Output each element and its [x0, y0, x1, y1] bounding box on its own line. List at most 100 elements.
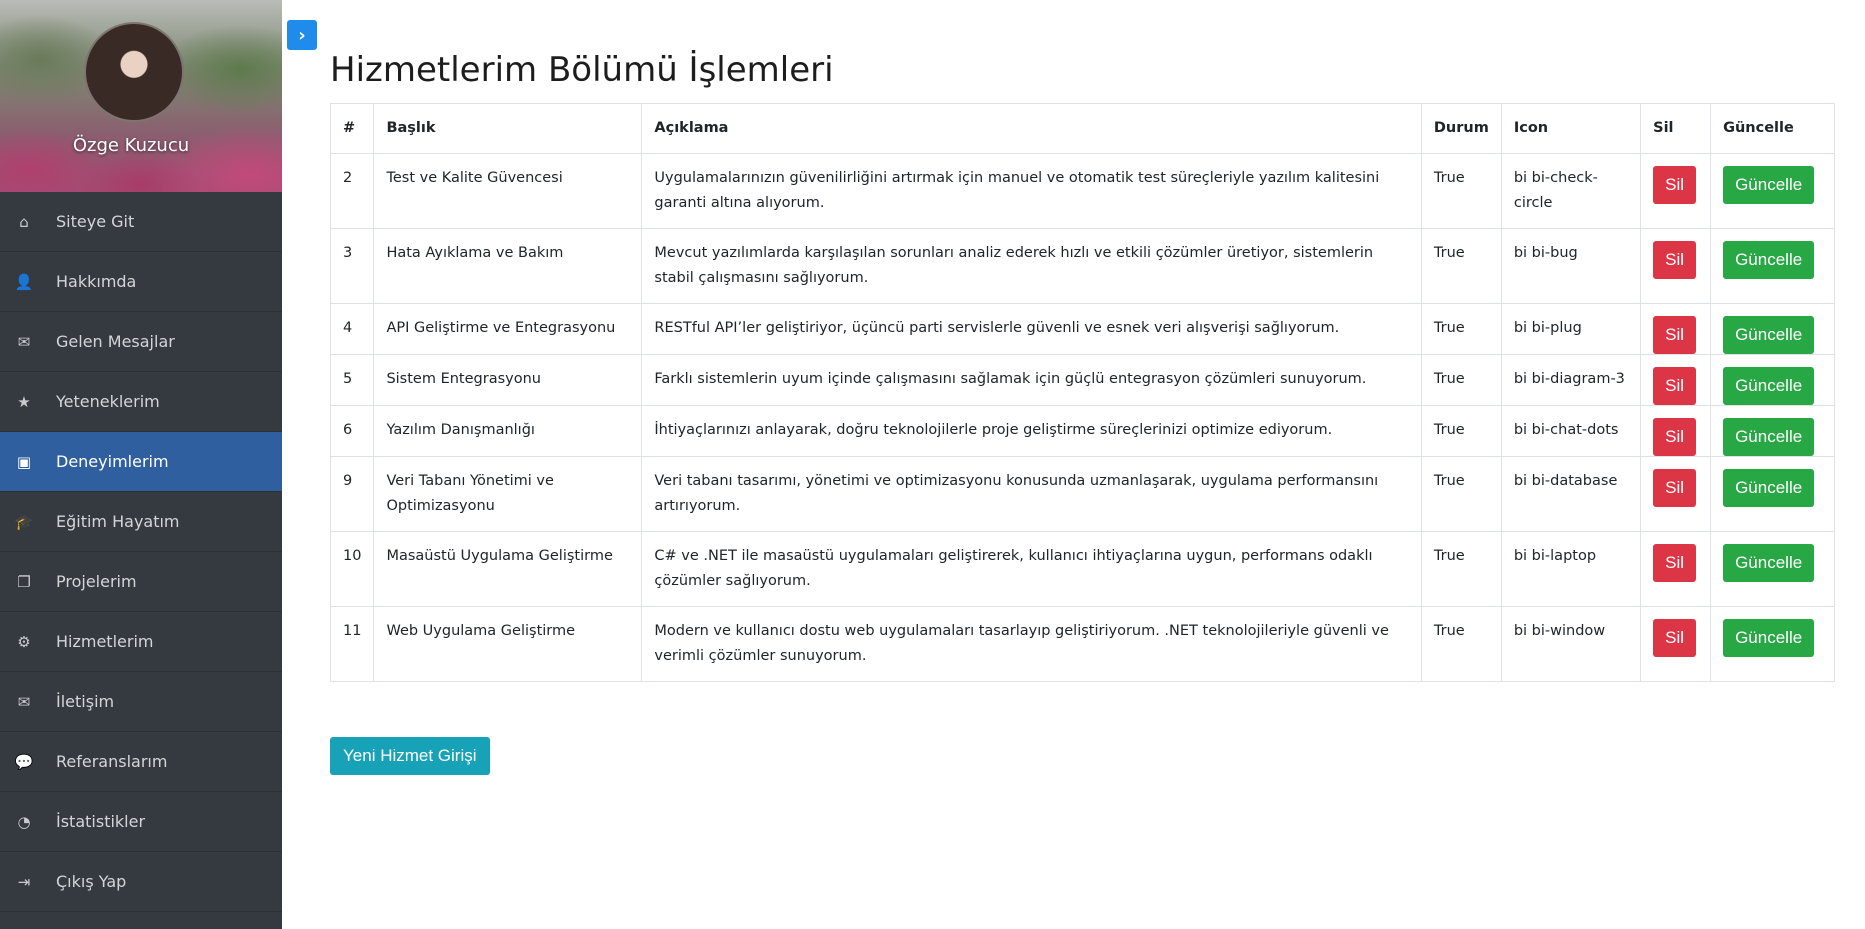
cell-title: Test ve Kalite Güvencesi [373, 153, 643, 229]
pie-chart-icon: ◔ [17, 812, 31, 831]
update-button[interactable]: Güncelle [1723, 619, 1815, 657]
header-icon: Icon [1500, 103, 1642, 154]
star-icon: ★ [17, 392, 31, 411]
sidebar-item-1[interactable]: 👤 Hakkımda [0, 252, 282, 312]
delete-button[interactable]: Sil [1653, 316, 1697, 354]
sidebar-item-3[interactable]: ★ Yeteneklerim [0, 372, 282, 432]
table-header-row: # Başlık Açıklama Durum Icon Sil Güncell… [329, 103, 1835, 154]
sidebar-item-10[interactable]: ◔ İstatistikler [0, 792, 282, 852]
cell-status: True [1420, 456, 1502, 532]
sidebar-item-label: Siteye Git [56, 212, 135, 231]
sidebar-item-7[interactable]: ⚙ Hizmetlerim [0, 612, 282, 672]
delete-button[interactable]: Sil [1653, 241, 1697, 279]
cell-description: İhtiyaçlarınızı anlayarak, doğru teknolo… [641, 405, 1422, 457]
cell-update: Güncelle [1710, 405, 1835, 457]
sidebar-item-0[interactable]: ⌂ Siteye Git [0, 192, 282, 252]
profile-name: Özge Kuzucu [72, 135, 190, 156]
sidebar-item-2[interactable]: ✉ Gelen Mesajlar [0, 312, 282, 372]
cell-icon-class: bi bi-chat-dots [1500, 405, 1642, 457]
sidebar-item-4[interactable]: ▣ Deneyimlerim [0, 432, 282, 492]
table-row: 2 Test ve Kalite Güvencesi Uygulamalarınız… [329, 153, 1835, 229]
table-row: 4 API Geliştirme ve Entegrasyonu RESTful A… [329, 303, 1835, 355]
update-button[interactable]: Güncelle [1723, 544, 1815, 582]
cell-description: Modern ve kullanıcı dostu web uygulamala… [641, 606, 1422, 682]
cell-title: API Geliştirme ve Entegrasyonu [373, 303, 643, 355]
chevron-right-icon: › [298, 24, 306, 46]
header-description: Açıklama [641, 103, 1422, 154]
cell-delete: Sil [1640, 405, 1712, 457]
cell-update: Güncelle [1710, 531, 1835, 607]
cell-delete: Sil [1640, 153, 1712, 229]
cell-update: Güncelle [1710, 153, 1835, 229]
table-row: 10 Masaüstü Uygulama Geliştirme C# ve .NET… [329, 531, 1835, 607]
delete-button[interactable]: Sil [1653, 619, 1697, 657]
delete-button[interactable]: Sil [1653, 544, 1697, 582]
comments-icon: 💬 [14, 752, 34, 771]
update-button[interactable]: Güncelle [1723, 316, 1815, 354]
cell-delete: Sil [1640, 456, 1712, 532]
cell-status: True [1420, 153, 1502, 229]
header-status: Durum [1420, 103, 1502, 154]
sidebar-item-label: Gelen Mesajlar [56, 332, 175, 351]
header-delete: Sil [1640, 103, 1712, 154]
update-button[interactable]: Güncelle [1723, 367, 1815, 405]
cell-update: Güncelle [1710, 228, 1835, 304]
services-table: # Başlık Açıklama Durum Icon Sil Güncell… [329, 103, 1835, 682]
sidebar-item-label: Eğitim Hayatım [56, 512, 180, 531]
cell-description: Farklı sistemlerin uyum içinde çalışması… [641, 354, 1422, 406]
briefcase-icon: ▣ [16, 452, 32, 471]
cell-update: Güncelle [1710, 303, 1835, 355]
sidebar-item-label: İletişim [56, 692, 115, 711]
cell-status: True [1420, 228, 1502, 304]
cell-title: Masaüstü Uygulama Geliştirme [373, 531, 643, 607]
cell-status: True [1420, 531, 1502, 607]
update-button[interactable]: Güncelle [1723, 418, 1815, 456]
graduation-cap-icon: 🎓 [14, 512, 34, 531]
cell-update: Güncelle [1710, 354, 1835, 406]
cell-number: 5 [329, 354, 375, 406]
delete-button[interactable]: Sil [1653, 166, 1697, 204]
table-row: 3 Hata Ayıklama ve Bakım Mevcut yazılımlar… [329, 228, 1835, 304]
cell-icon-class: bi bi-window [1500, 606, 1642, 682]
cell-status: True [1420, 354, 1502, 406]
sidebar-item-6[interactable]: ❐ Projelerim [0, 552, 282, 612]
cell-description: RESTful API’ler geliştiriyor, üçüncü par… [641, 303, 1422, 355]
sidebar-item-5[interactable]: 🎓 Eğitim Hayatım [0, 492, 282, 552]
table-row: 6 Yazılım Danışmanlığı İhtiyaçlarınızı anl… [329, 405, 1835, 457]
update-button[interactable]: Güncelle [1723, 241, 1815, 279]
cell-status: True [1420, 303, 1502, 355]
envelope-icon: ✉ [17, 692, 31, 711]
update-button[interactable]: Güncelle [1723, 166, 1815, 204]
user-icon: 👤 [14, 272, 34, 291]
cell-description: Uygulamalarınızın güvenilirliğini artırm… [641, 153, 1422, 229]
update-button[interactable]: Güncelle [1723, 469, 1815, 507]
cell-update: Güncelle [1710, 606, 1835, 682]
table-row: 9 Veri Tabanı Yönetimi ve Optimizasyonu Ve… [329, 456, 1835, 532]
delete-button[interactable]: Sil [1653, 469, 1697, 507]
delete-button[interactable]: Sil [1653, 367, 1697, 405]
sidebar-toggle-button[interactable]: › [287, 20, 317, 50]
new-service-button[interactable]: Yeni Hizmet Girişi [330, 737, 490, 775]
cell-title: Sistem Entegrasyonu [373, 354, 643, 406]
home-icon: ⌂ [19, 212, 29, 231]
cell-number: 10 [329, 531, 375, 607]
page-title: Hizmetlerim Bölümü İşlemleri [330, 50, 834, 90]
delete-button[interactable]: Sil [1653, 418, 1697, 456]
cell-number: 9 [329, 456, 375, 532]
inbox-icon: ✉ [17, 332, 31, 351]
sidebar-item-9[interactable]: 💬 Referanslarım [0, 732, 282, 792]
cell-update: Güncelle [1710, 456, 1835, 532]
header-number: # [329, 103, 375, 154]
cell-delete: Sil [1640, 228, 1712, 304]
sidebar-item-label: Projelerim [56, 572, 137, 591]
cell-icon-class: bi bi-diagram-3 [1500, 354, 1642, 406]
cell-description: C# ve .NET ile masaüstü uygulamaları gel… [641, 531, 1422, 607]
table-row: 5 Sistem Entegrasyonu Farklı sistemlerin u… [329, 354, 1835, 406]
cell-status: True [1420, 606, 1502, 682]
sidebar-item-8[interactable]: ✉ İletişim [0, 672, 282, 732]
cell-delete: Sil [1640, 303, 1712, 355]
sign-out-icon: ⇥ [17, 872, 31, 891]
sidebar: Özge Kuzucu ⌂ Siteye Git 👤 Hakkımda ✉ Gelen M… [0, 0, 282, 929]
sidebar-item-11[interactable]: ⇥ Çıkış Yap [0, 852, 282, 912]
cell-icon-class: bi bi-laptop [1500, 531, 1642, 607]
